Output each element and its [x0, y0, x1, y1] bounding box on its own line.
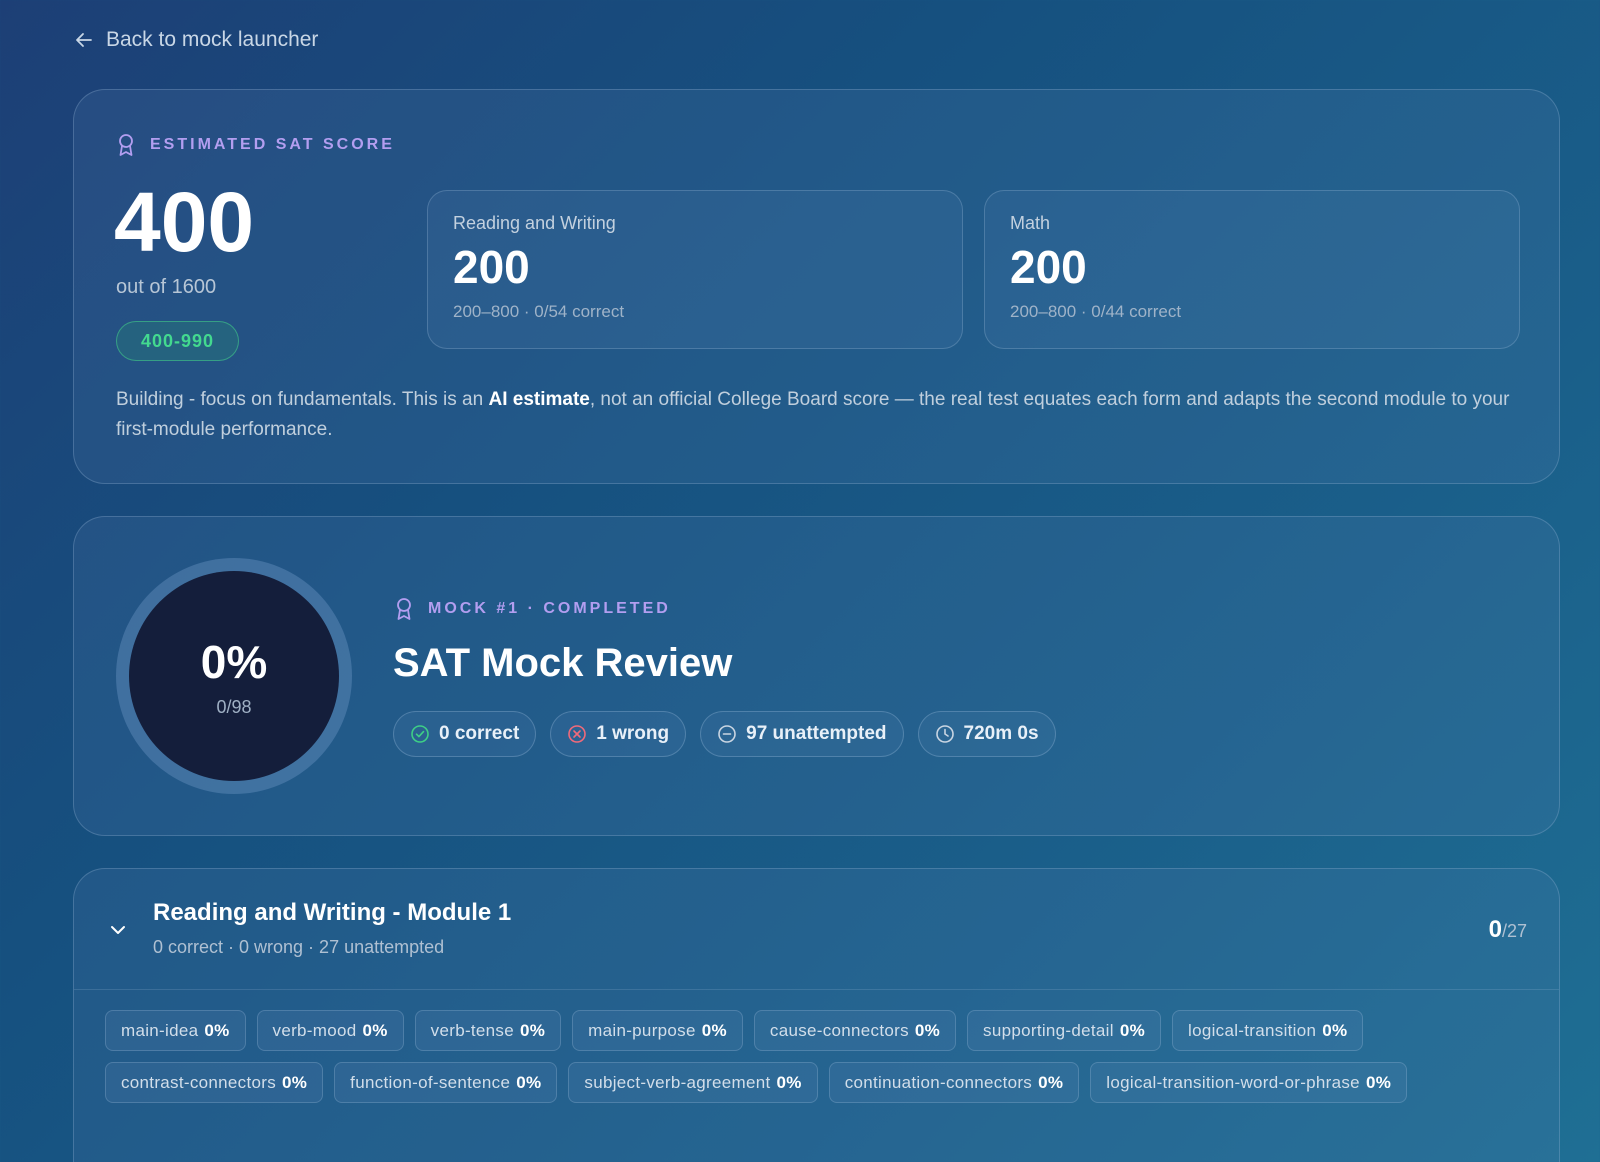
wrong-chip: 1 wrong	[550, 711, 687, 757]
score-disclaimer: Building - focus on fundamentals. This i…	[116, 385, 1516, 445]
section-detail: 200–800 · 0/54 correct	[453, 301, 625, 321]
clock-icon	[935, 725, 954, 743]
mock-eyebrow: MOCK #1 · COMPLETED	[394, 597, 671, 621]
module-score-value: 0	[1488, 916, 1502, 943]
skill-tag-pct: 0%	[282, 1072, 308, 1092]
chevron-down-icon[interactable]	[108, 920, 128, 940]
skill-tag-pct: 0%	[1322, 1020, 1348, 1040]
skill-tag-name: cause-connectors	[769, 1020, 909, 1040]
x-circle-icon	[568, 725, 587, 743]
percent-correct: 0%	[200, 635, 268, 688]
section-math: Math 200 200–800 · 0/44 correct	[984, 190, 1520, 349]
section-score: 200	[1010, 241, 1087, 293]
skill-tag-pct: 0%	[776, 1072, 802, 1092]
skill-tag-pct: 0%	[204, 1020, 230, 1040]
skill-tag: supporting-detail 0%	[967, 1010, 1162, 1051]
unattempted-chip-label: 97 unattempted	[746, 723, 887, 744]
award-icon	[119, 134, 133, 156]
award-icon	[397, 598, 411, 620]
mock-title: SAT Mock Review	[393, 641, 733, 685]
skill-tag-name: main-idea	[121, 1020, 199, 1040]
skill-tag-pct: 0%	[914, 1020, 941, 1040]
skill-tag-pct: 0%	[520, 1020, 546, 1040]
skill-tag: contrast-connectors 0%	[105, 1062, 324, 1103]
correct-chip: 0 correct	[393, 711, 537, 757]
correct-chip-label: 0 correct	[439, 723, 520, 744]
skill-tag-pct: 0%	[362, 1020, 388, 1040]
skill-tags: main-idea 0% verb-mood 0% verb-tense 0% mai…	[105, 1010, 1515, 1103]
section-score: 200	[453, 241, 530, 293]
out-of-label: out of 1600	[116, 276, 217, 298]
skill-tag-pct: 0%	[1365, 1072, 1392, 1092]
skill-tag: verb-tense 0%	[414, 1010, 562, 1051]
skill-tag-name: logical-transition	[1188, 1020, 1317, 1040]
wrong-chip-label: 1 wrong	[596, 723, 670, 744]
time-chip-label: 720m 0s	[963, 723, 1039, 744]
stat-chips: 0 correct 1 wrong 97 unattempted 720m 0s	[393, 711, 1056, 757]
fraction-correct: 0/98	[216, 696, 252, 717]
skill-tag-name: supporting-detail	[983, 1020, 1114, 1040]
module-title: Reading and Writing - Module 1	[153, 899, 512, 926]
module-score-total: /27	[1501, 921, 1527, 941]
module-score: 0/27	[1489, 916, 1527, 944]
skill-tag-name: continuation-connectors	[844, 1072, 1033, 1092]
disclaimer-bold: AI estimate	[488, 389, 590, 410]
section-label: Reading and Writing	[453, 213, 616, 233]
progress-ring: 0% 0/98	[116, 558, 352, 794]
score-eyebrow: ESTIMATED SAT SCORE	[116, 133, 395, 157]
skill-tag: main-purpose 0%	[572, 1010, 743, 1051]
module-subtitle: 0 correct · 0 wrong · 27 unattempted	[153, 937, 445, 957]
skill-tag-name: verb-mood	[272, 1020, 357, 1040]
skill-tag: cause-connectors 0%	[753, 1010, 957, 1051]
unattempted-chip: 97 unattempted	[700, 711, 904, 757]
section-label: Math	[1010, 213, 1051, 233]
module-header[interactable]: Reading and Writing - Module 1 0 correct…	[74, 869, 1559, 990]
skill-tag-pct: 0%	[1038, 1072, 1064, 1092]
section-reading-writing: Reading and Writing 200 200–800 · 0/54 c…	[427, 190, 963, 349]
skill-tag: function-of-sentence 0%	[334, 1062, 558, 1103]
skill-tag-name: verb-tense	[430, 1020, 514, 1040]
skill-tag-name: subject-verb-agreement	[584, 1072, 771, 1092]
skill-tag-pct: 0%	[516, 1072, 542, 1092]
skill-tag-name: function-of-sentence	[350, 1072, 511, 1092]
arrow-left-icon	[76, 33, 92, 47]
skill-tag-name: logical-transition-word-or-phrase	[1106, 1072, 1360, 1092]
score-card: ESTIMATED SAT SCORE 400 out of 1600 400-…	[73, 89, 1560, 484]
skill-tag: verb-mood 0%	[256, 1010, 404, 1051]
disclaimer-prefix: Building - focus on fundamentals. This i…	[116, 389, 489, 410]
check-circle-icon	[411, 725, 429, 743]
progress-ring-inner: 0% 0/98	[129, 571, 339, 781]
skill-tag: main-idea 0%	[105, 1010, 246, 1051]
back-link[interactable]: Back to mock launcher	[74, 28, 318, 52]
time-chip: 720m 0s	[917, 711, 1056, 757]
section-detail: 200–800 · 0/44 correct	[1010, 301, 1182, 321]
mock-eyebrow-label: MOCK #1 · COMPLETED	[428, 600, 671, 617]
skill-tag: continuation-connectors 0%	[828, 1062, 1080, 1103]
back-link-label: Back to mock launcher	[106, 28, 319, 51]
skill-tag: logical-transition-word-or-phrase 0%	[1090, 1062, 1408, 1103]
score-eyebrow-label: ESTIMATED SAT SCORE	[150, 136, 395, 153]
module-card: Reading and Writing - Module 1 0 correct…	[73, 868, 1560, 1162]
skill-tag-name: contrast-connectors	[121, 1072, 276, 1092]
skill-tag-pct: 0%	[701, 1020, 727, 1040]
minus-circle-icon	[718, 725, 736, 743]
skill-tag: logical-transition 0%	[1172, 1010, 1364, 1051]
total-score: 400	[114, 175, 255, 269]
score-band-badge: 400-990	[116, 321, 239, 361]
skill-tag-pct: 0%	[1119, 1020, 1146, 1040]
mock-summary-card: 0% 0/98 MOCK #1 · COMPLETED SAT Mock Rev…	[73, 516, 1560, 836]
skill-tag: subject-verb-agreement 0%	[568, 1062, 818, 1103]
skill-tag-name: main-purpose	[588, 1020, 696, 1040]
